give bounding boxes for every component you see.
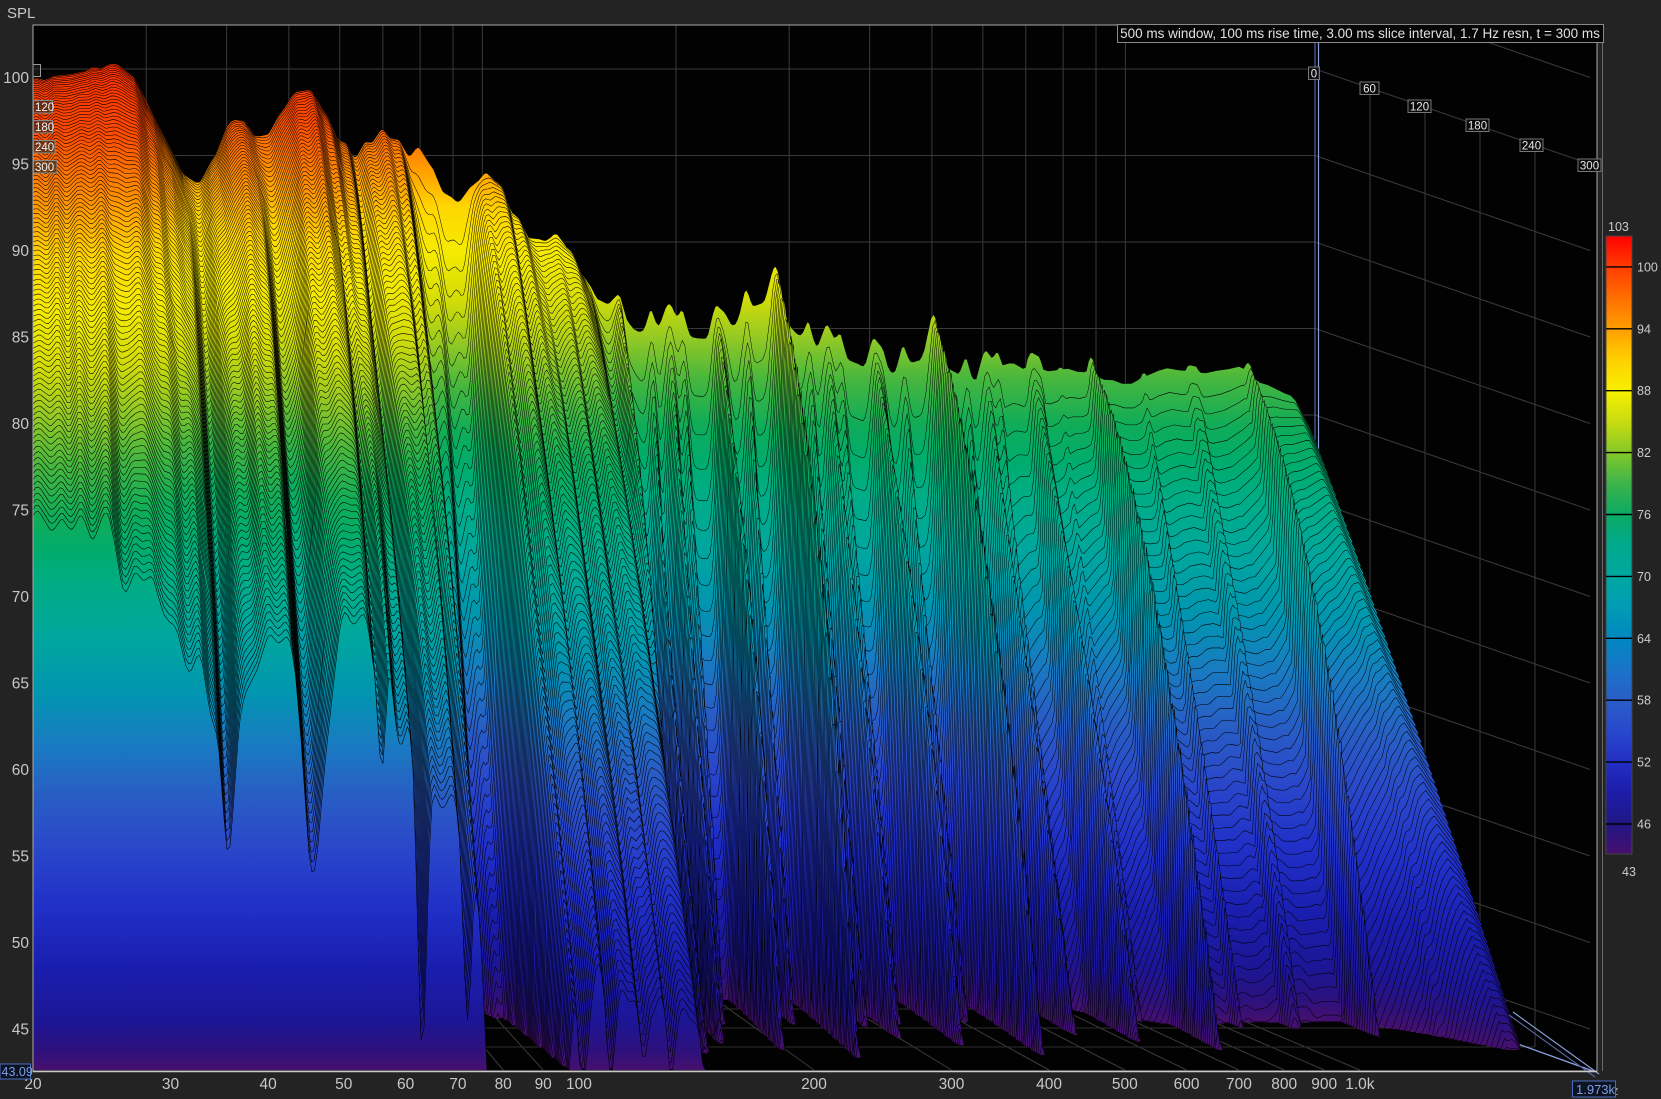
svg-text:94: 94 — [1637, 322, 1651, 336]
svg-text:46: 46 — [1637, 818, 1651, 832]
svg-text:1.0k: 1.0k — [1345, 1076, 1375, 1093]
svg-text:70: 70 — [1637, 570, 1651, 584]
svg-text:180: 180 — [35, 122, 54, 134]
svg-text:60: 60 — [397, 1076, 415, 1093]
svg-text:240: 240 — [1522, 141, 1541, 153]
svg-text:900: 900 — [1311, 1076, 1337, 1093]
svg-text:120: 120 — [1410, 102, 1429, 114]
svg-text:200: 200 — [801, 1076, 827, 1093]
svg-text:40: 40 — [259, 1076, 277, 1093]
svg-text:60: 60 — [12, 762, 30, 779]
svg-text:95: 95 — [12, 157, 29, 174]
svg-text:55: 55 — [12, 849, 29, 866]
svg-text:65: 65 — [12, 676, 29, 693]
svg-text:43.09: 43.09 — [2, 1065, 33, 1079]
svg-text:43: 43 — [1622, 865, 1636, 879]
svg-text:400: 400 — [1036, 1076, 1062, 1093]
svg-text:45: 45 — [12, 1022, 29, 1039]
svg-text:300: 300 — [1580, 161, 1599, 173]
svg-text:500 ms window, 100 ms rise tim: 500 ms window, 100 ms rise time, 3.00 ms… — [1120, 26, 1600, 41]
svg-text:103: 103 — [1608, 220, 1629, 234]
svg-text:120: 120 — [35, 102, 54, 114]
svg-text:58: 58 — [1637, 694, 1651, 708]
svg-text:50: 50 — [335, 1076, 353, 1093]
svg-text:70: 70 — [449, 1076, 467, 1093]
svg-text:76: 76 — [1637, 508, 1651, 522]
svg-text:64: 64 — [1637, 632, 1651, 646]
svg-text:30: 30 — [162, 1076, 180, 1093]
svg-text:60: 60 — [1363, 84, 1376, 96]
svg-text:85: 85 — [12, 330, 29, 347]
svg-text:800: 800 — [1271, 1076, 1297, 1093]
svg-text:0: 0 — [1311, 69, 1317, 81]
svg-text:300: 300 — [35, 162, 54, 174]
svg-text:80: 80 — [12, 416, 30, 433]
svg-text:240: 240 — [35, 142, 54, 154]
svg-text:90: 90 — [535, 1076, 553, 1093]
svg-text:90: 90 — [12, 243, 30, 260]
svg-text:180: 180 — [1468, 121, 1487, 133]
svg-text:300: 300 — [939, 1076, 965, 1093]
svg-text:100: 100 — [566, 1076, 592, 1093]
svg-text:50: 50 — [12, 935, 30, 952]
svg-text:82: 82 — [1637, 446, 1651, 460]
svg-text:1.973k: 1.973k — [1576, 1082, 1616, 1097]
svg-text:500: 500 — [1112, 1076, 1138, 1093]
svg-text:700: 700 — [1226, 1076, 1252, 1093]
svg-text:70: 70 — [12, 589, 30, 606]
svg-text:80: 80 — [495, 1076, 513, 1093]
svg-text:100: 100 — [1637, 260, 1658, 274]
svg-text:52: 52 — [1637, 756, 1651, 770]
svg-text:100: 100 — [3, 70, 29, 87]
svg-text:75: 75 — [12, 503, 29, 520]
svg-text:SPL: SPL — [7, 5, 35, 22]
svg-text:88: 88 — [1637, 384, 1651, 398]
svg-text:600: 600 — [1174, 1076, 1200, 1093]
